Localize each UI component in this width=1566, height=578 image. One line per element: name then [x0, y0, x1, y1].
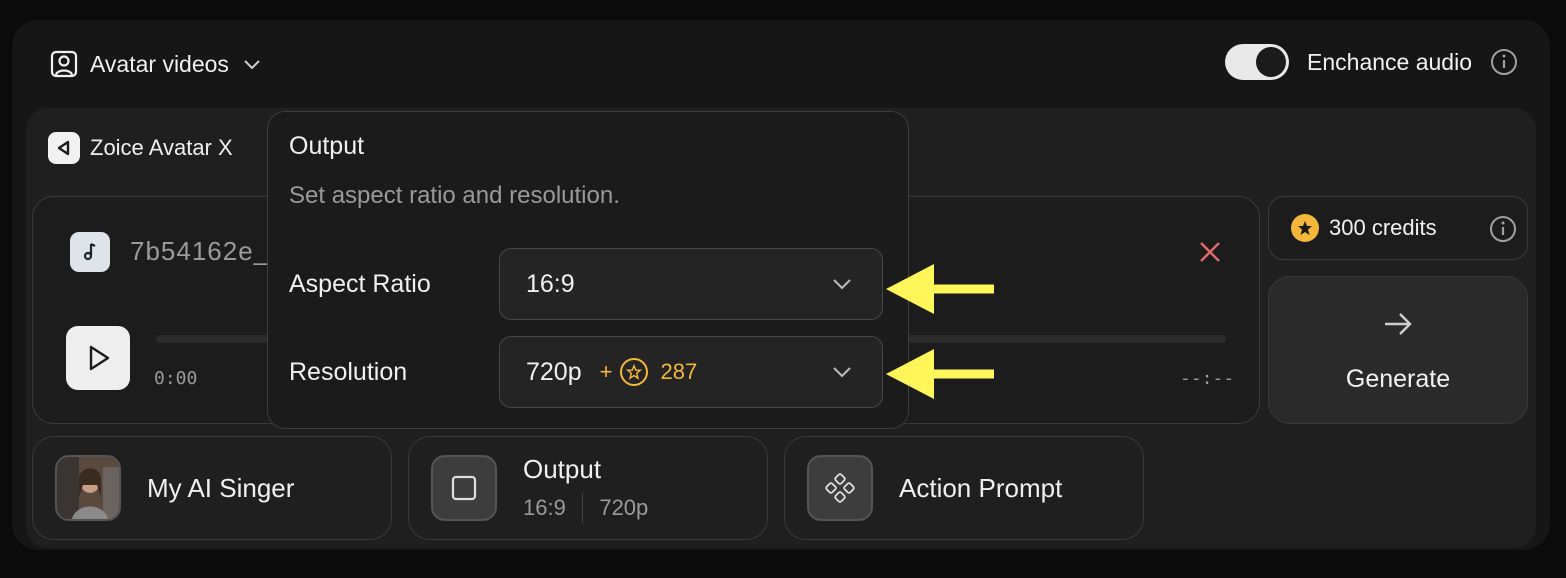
music-note-icon: [70, 232, 110, 272]
mode-label: Avatar videos: [90, 50, 229, 77]
generate-label: Generate: [1345, 364, 1451, 393]
singer-avatar: [55, 455, 121, 521]
popover-title: Output: [289, 132, 365, 160]
resolution-cost: 287: [660, 359, 698, 384]
info-icon[interactable]: [1489, 215, 1517, 243]
chevron-down-icon: [244, 60, 260, 70]
audio-filename: 7b54162e_: [130, 236, 270, 266]
model-selector[interactable]: Zoice Avatar X: [48, 132, 233, 164]
cost-plus: +: [599, 359, 613, 384]
output-chip-label: Output: [523, 453, 602, 484]
resolution-label: Resolution: [289, 358, 408, 386]
output-chip[interactable]: Output 16:9 720p: [408, 436, 768, 540]
output-chip-resolution: 720p: [599, 494, 649, 520]
move-diamond-icon: [807, 455, 873, 521]
star-coin-icon: [1291, 214, 1319, 242]
resolution-select[interactable]: 720p + 287: [499, 336, 883, 408]
time-start: 0:00: [154, 368, 198, 389]
arrow-right-icon: [1385, 312, 1412, 335]
annotation-arrow-icon: [886, 349, 994, 399]
generate-button[interactable]: Generate: [1268, 276, 1528, 424]
info-icon[interactable]: [1490, 48, 1518, 76]
aspect-ratio-value: 16:9: [526, 269, 575, 298]
chevron-down-icon: [833, 367, 851, 378]
popover-subtitle: Set aspect ratio and resolution.: [289, 182, 620, 209]
mode-dropdown[interactable]: Avatar videos: [50, 50, 263, 78]
divider: [581, 492, 584, 523]
ai-singer-label: My AI Singer: [147, 472, 295, 503]
play-icon: [89, 345, 110, 371]
aspect-ratio-select[interactable]: 16:9: [499, 248, 883, 320]
enhance-audio-toggle[interactable]: [1225, 44, 1290, 80]
action-prompt-chip[interactable]: Action Prompt: [784, 436, 1144, 540]
close-icon[interactable]: [1196, 238, 1224, 266]
user-square-icon: [50, 50, 78, 78]
credits-label: 300 credits: [1329, 215, 1437, 240]
chevron-down-icon: [833, 279, 851, 290]
output-chip-aspect: 16:9: [523, 494, 566, 520]
ai-singer-chip[interactable]: My AI Singer: [32, 436, 392, 540]
play-back-icon: [57, 140, 70, 156]
star-coin-icon: [620, 358, 649, 386]
enhance-audio-control: Enchance audio: [1225, 44, 1518, 80]
aspect-ratio-label: Aspect Ratio: [289, 270, 431, 298]
time-end: --:--: [1180, 368, 1235, 389]
enhance-audio-label: Enchance audio: [1307, 48, 1472, 75]
action-prompt-label: Action Prompt: [899, 472, 1063, 503]
play-button[interactable]: [66, 326, 130, 390]
model-logo: [48, 132, 80, 164]
model-name: Zoice Avatar X: [90, 135, 233, 160]
credits-box: 300 credits: [1268, 196, 1528, 260]
square-icon: [431, 455, 497, 521]
resolution-value: 720p: [526, 357, 582, 386]
annotation-arrow-icon: [886, 264, 994, 314]
